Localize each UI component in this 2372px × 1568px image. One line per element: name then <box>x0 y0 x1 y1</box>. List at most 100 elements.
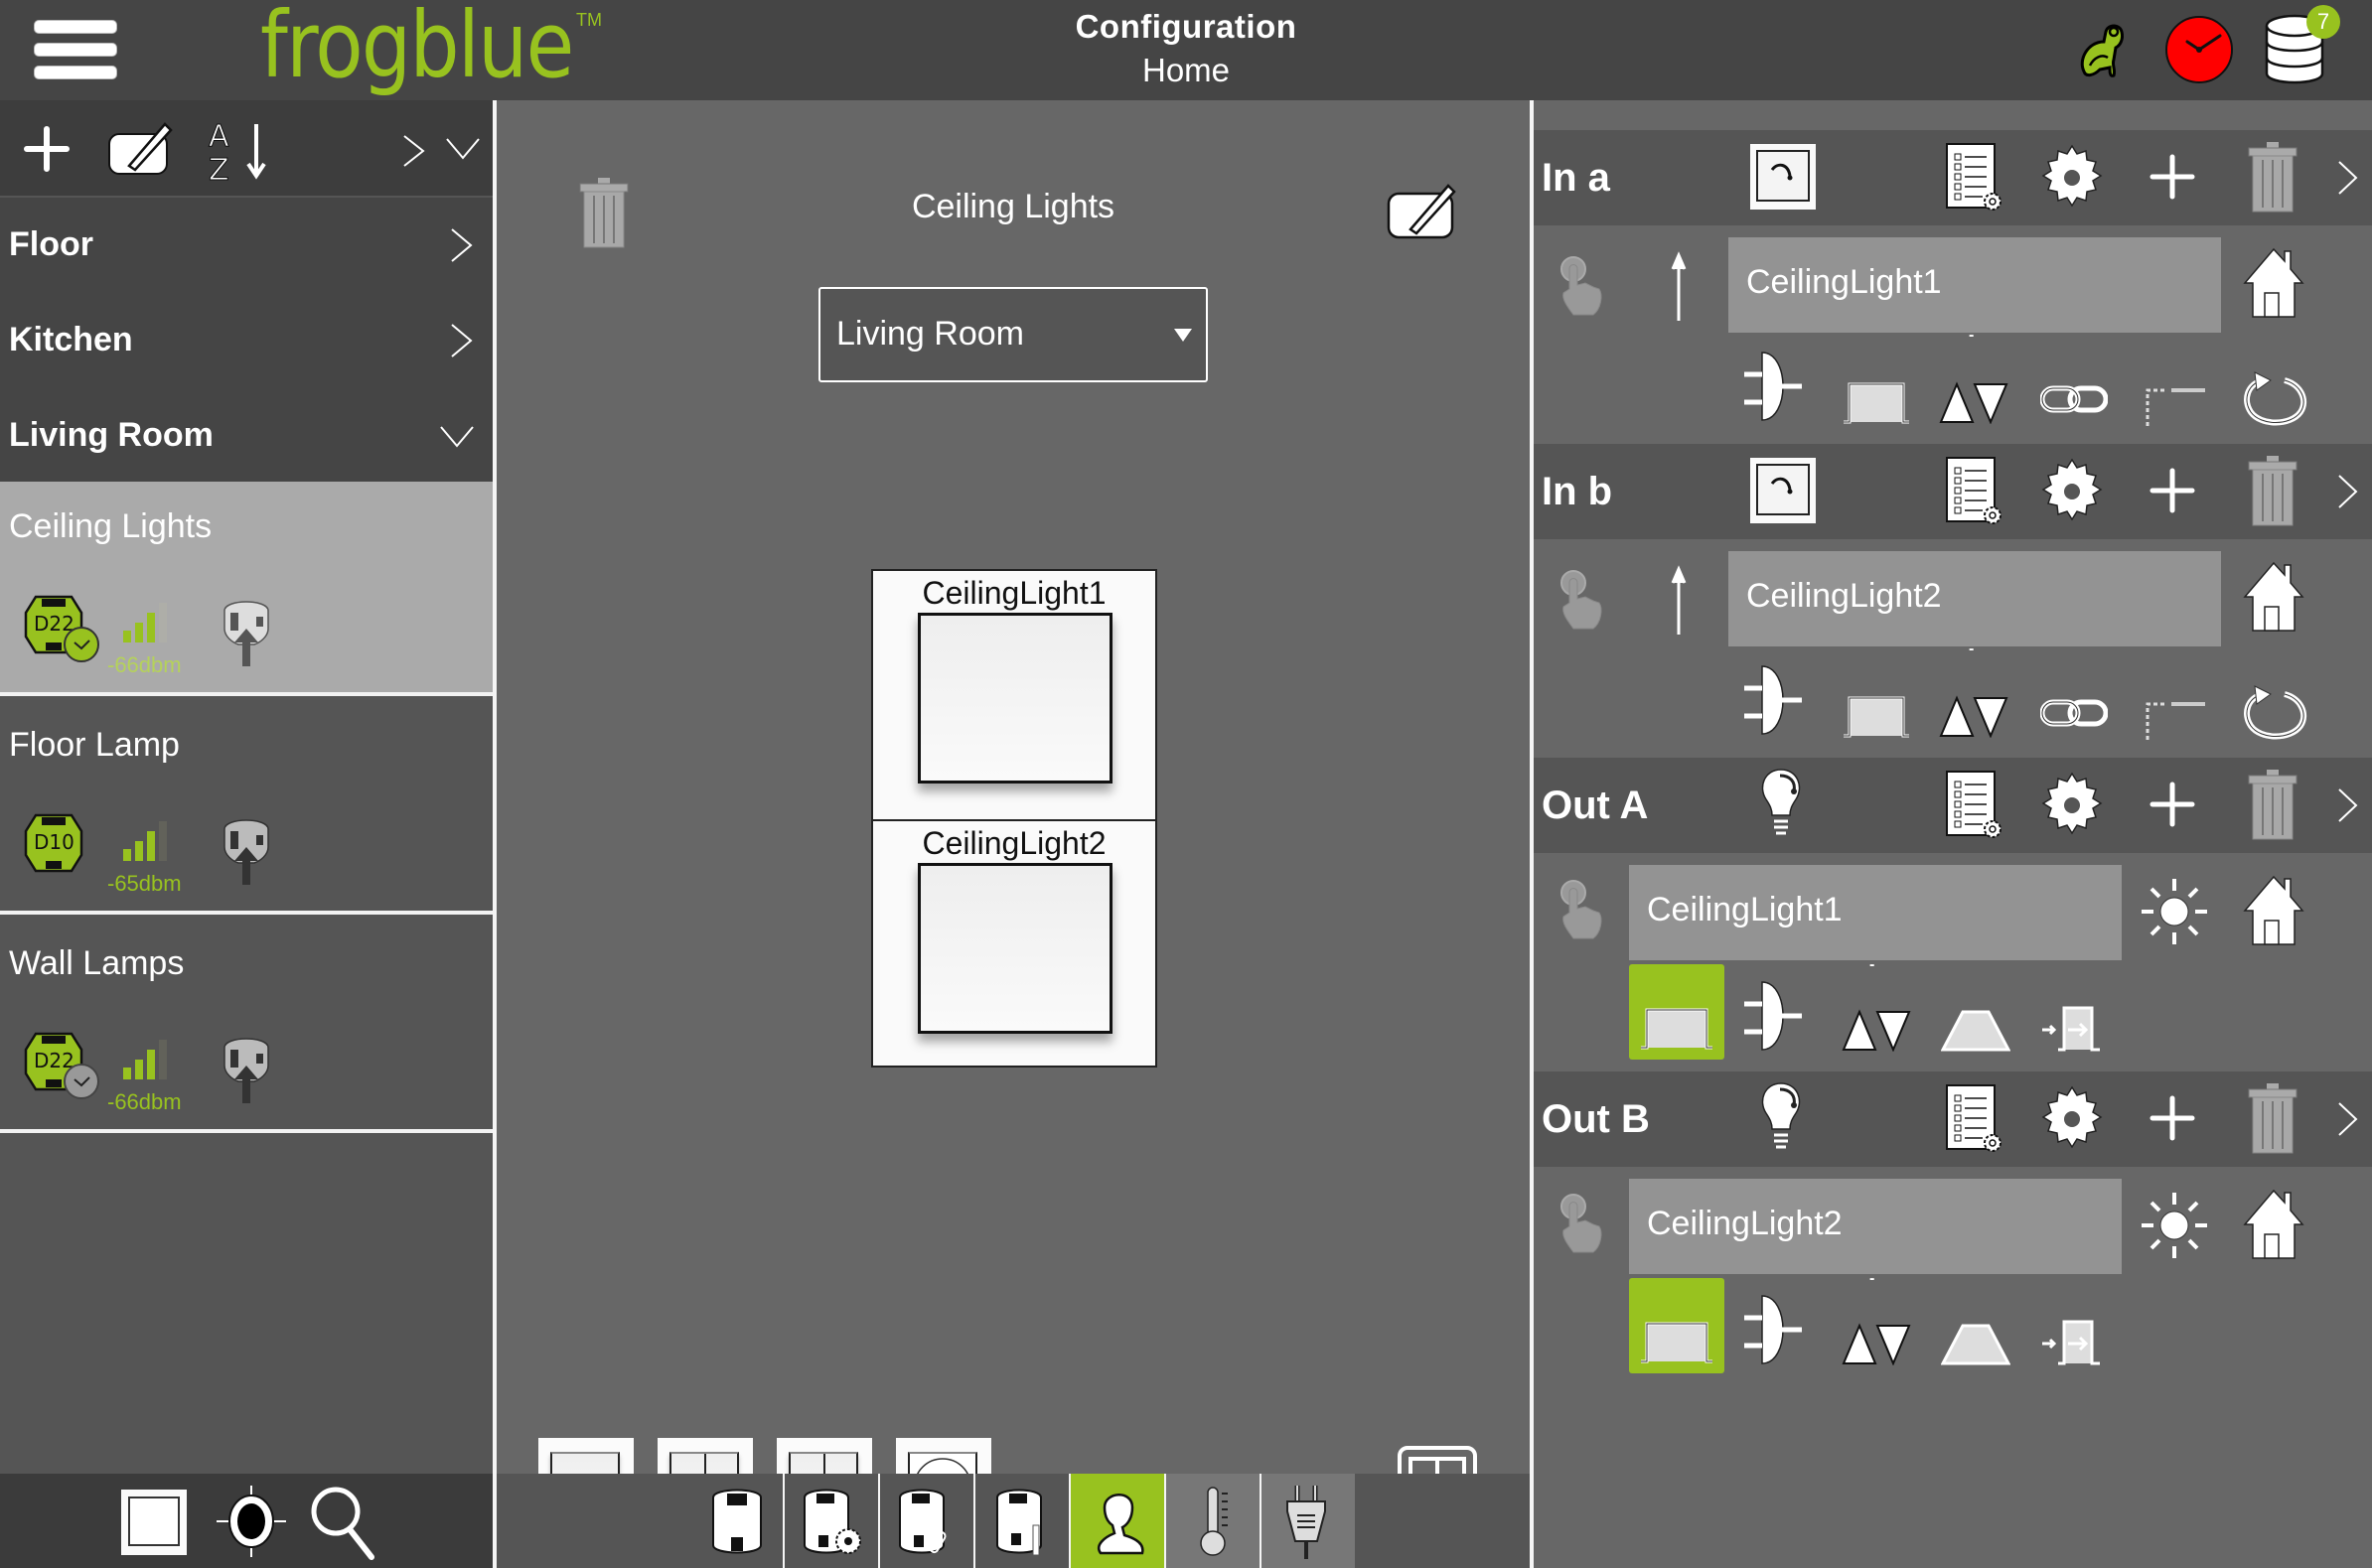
up-down-icon[interactable] <box>1939 380 2008 424</box>
socket-plug-icon <box>221 815 272 887</box>
chevron-right-icon[interactable] <box>2336 474 2360 509</box>
tab-device-settings[interactable] <box>783 1474 878 1568</box>
gear-icon[interactable] <box>2038 458 2106 525</box>
trash-icon[interactable] <box>2247 770 2298 841</box>
edit-icon[interactable] <box>1387 184 1458 239</box>
switch-rocker-button[interactable] <box>918 863 1112 1034</box>
light-bulb-icon[interactable] <box>1758 768 1804 839</box>
touch-hand-icon[interactable] <box>1557 879 1605 940</box>
channel-name-field[interactable]: CeilingLight2 <box>1629 1179 2122 1274</box>
switch-cell: CeilingLight1 <box>873 571 1155 819</box>
and-gate-icon[interactable] <box>1742 351 1806 422</box>
link-icon[interactable] <box>2040 384 2108 414</box>
link-icon[interactable] <box>2040 698 2108 728</box>
gear-icon[interactable] <box>2038 144 2106 212</box>
clock-icon[interactable] <box>2163 14 2235 85</box>
parameter-list-icon[interactable] <box>1945 770 2004 841</box>
channel-title: In b <box>1542 470 1613 513</box>
left-toolbar: AZ <box>0 100 493 196</box>
socket-plug-icon <box>221 597 272 668</box>
room-row-living-room[interactable]: Living Room <box>0 388 493 484</box>
channel-name-field[interactable]: CeilingLight2 <box>1728 551 2221 646</box>
tab-device[interactable] <box>687 1474 783 1568</box>
touch-hand-icon[interactable] <box>1557 255 1605 317</box>
gear-icon[interactable] <box>2038 1085 2106 1153</box>
dropdown-arrow-icon <box>1174 329 1192 342</box>
home-icon[interactable] <box>2243 561 2304 633</box>
chip-d10-icon: D10 <box>20 811 101 883</box>
page-title: Configuration <box>1075 8 1297 45</box>
channel-name-field[interactable]: CeilingLight1 <box>1728 237 2221 333</box>
channel-title: In a <box>1542 156 1610 200</box>
arrow-up-icon <box>1669 565 1689 637</box>
device-name: Ceiling Lights <box>9 507 213 545</box>
ramp-icon[interactable] <box>1941 1008 2010 1052</box>
switch-on-delay-icon[interactable] <box>2040 1004 2110 1052</box>
repeat-icon[interactable] <box>2241 370 2310 426</box>
trash-icon[interactable] <box>2247 1083 2298 1155</box>
brightness-icon[interactable] <box>2140 877 2209 946</box>
add-icon[interactable] <box>2150 154 2195 200</box>
up-down-icon[interactable] <box>1939 694 2008 738</box>
chevron-right-icon[interactable] <box>2336 160 2360 196</box>
brightness-icon[interactable] <box>2140 1191 2209 1260</box>
tab-plug[interactable] <box>1260 1474 1355 1568</box>
and-gate-icon[interactable] <box>1742 1294 1806 1365</box>
pulse-icon[interactable] <box>1842 694 1911 738</box>
home-icon[interactable] <box>2243 1189 2304 1260</box>
add-icon[interactable] <box>24 126 70 172</box>
gear-icon[interactable] <box>2038 772 2106 839</box>
ramp-icon[interactable] <box>1941 1322 2010 1365</box>
tab-device-info[interactable] <box>973 1474 1069 1568</box>
search-icon[interactable] <box>308 1484 377 1561</box>
home-icon[interactable] <box>2243 875 2304 946</box>
frog-icon[interactable] <box>2076 20 2132 79</box>
signal-bars-icon <box>109 1028 169 1087</box>
sort-az-icon[interactable]: AZ <box>207 116 270 184</box>
pulse-mode-selected[interactable] <box>1629 1278 1724 1373</box>
locate-icon[interactable] <box>217 1486 286 1557</box>
menu-button[interactable] <box>34 20 117 79</box>
parameter-list-icon[interactable] <box>1945 142 2004 214</box>
chevron-right-icon[interactable] <box>2336 787 2360 823</box>
room-select-dropdown[interactable]: Living Room <box>818 287 1208 382</box>
delay-icon[interactable] <box>2142 384 2207 428</box>
device-item-wall-lamps[interactable]: Wall Lamps D22 -66dbm <box>0 919 493 1133</box>
up-down-icon[interactable] <box>1842 1008 1911 1052</box>
add-icon[interactable] <box>2150 1095 2195 1141</box>
home-icon[interactable] <box>2243 247 2304 319</box>
tab-user[interactable] <box>1069 1474 1164 1568</box>
and-gate-icon[interactable] <box>1742 664 1806 736</box>
touch-hand-icon[interactable] <box>1557 569 1605 631</box>
device-item-floor-lamp[interactable]: Floor Lamp D10 -65dbm <box>0 700 493 915</box>
channel-name-field[interactable]: CeilingLight1 <box>1629 865 2122 960</box>
expand-right-icon[interactable] <box>401 134 427 168</box>
edit-icon[interactable] <box>107 120 175 176</box>
add-icon[interactable] <box>2150 782 2195 827</box>
room-row-floor[interactable]: Floor <box>0 198 493 293</box>
and-gate-icon[interactable] <box>1742 980 1806 1052</box>
chevron-right-icon[interactable] <box>2336 1101 2360 1137</box>
repeat-icon[interactable] <box>2241 684 2310 740</box>
switch-view-icon[interactable] <box>119 1488 189 1557</box>
up-down-icon[interactable] <box>1842 1322 1911 1365</box>
delay-icon[interactable] <box>2142 698 2207 742</box>
trash-icon[interactable] <box>2247 142 2298 214</box>
push-button-icon[interactable] <box>1748 142 1818 212</box>
touch-hand-icon[interactable] <box>1557 1193 1605 1254</box>
parameter-list-icon[interactable] <box>1945 456 2004 527</box>
expand-down-icon[interactable] <box>445 136 481 162</box>
light-bulb-icon[interactable] <box>1758 1081 1804 1153</box>
trash-icon[interactable] <box>2247 456 2298 527</box>
tab-device-link[interactable] <box>878 1474 973 1568</box>
add-icon[interactable] <box>2150 468 2195 513</box>
room-row-kitchen[interactable]: Kitchen <box>0 293 493 388</box>
switch-rocker-button[interactable] <box>918 613 1112 784</box>
tab-thermometer[interactable] <box>1164 1474 1260 1568</box>
switch-on-delay-icon[interactable] <box>2040 1318 2110 1365</box>
push-button-icon[interactable] <box>1748 456 1818 525</box>
pulse-mode-selected[interactable] <box>1629 964 1724 1060</box>
device-item-ceiling-lights[interactable]: Ceiling Lights D22 -66dbm <box>0 482 493 696</box>
parameter-list-icon[interactable] <box>1945 1083 2004 1155</box>
pulse-icon[interactable] <box>1842 380 1911 424</box>
